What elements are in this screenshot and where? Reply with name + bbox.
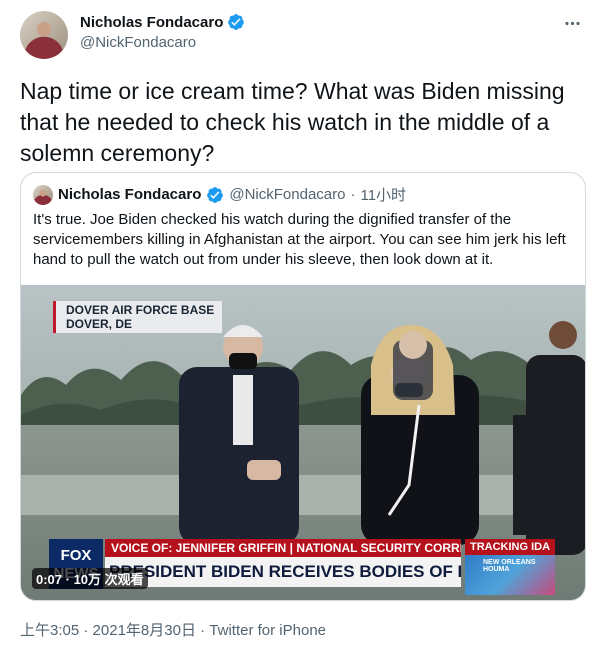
- location-caption: DOVER AIR FORCE BASE DOVER, DE: [53, 301, 223, 333]
- quoted-time: 11小时: [360, 187, 407, 204]
- author-name[interactable]: Nicholas Fondacaro: [80, 14, 223, 31]
- tweet-footer: 上午3:05 · 2021年8月30日 · Twitter for iPhone: [20, 619, 326, 640]
- tweet-source[interactable]: Twitter for iPhone: [209, 622, 326, 639]
- author-handle[interactable]: @NickFondacaro: [80, 34, 245, 51]
- tracking-label: TRACKING IDA: [465, 539, 555, 555]
- verified-badge-icon: [227, 13, 245, 31]
- news-headline: PRESIDENT BIDEN RECEIVES BODIES OF FALLE…: [105, 557, 461, 587]
- quoted-tweet[interactable]: Nicholas Fondacaro @NickFondacaro · 11小时…: [20, 172, 586, 601]
- quoted-author-avatar: [33, 184, 53, 205]
- quoted-tweet-header: Nicholas Fondacaro @NickFondacaro · 11小时: [33, 184, 406, 205]
- tracking-map: NEW ORLEANS HOUMA: [465, 555, 555, 595]
- footer-separator: ·: [79, 622, 93, 639]
- location-line-1: DOVER AIR FORCE BASE: [66, 303, 215, 317]
- author-block: Nicholas Fondacaro @NickFondacaro: [80, 13, 245, 51]
- footer-separator: ·: [195, 622, 210, 639]
- location-line-2: DOVER, DE: [66, 317, 133, 331]
- more-horizontal-icon[interactable]: [563, 14, 582, 34]
- video-playback-badge: 0:07 · 10万 次观看: [32, 568, 148, 589]
- tweet: Nicholas Fondacaro @NickFondacaro Nap ti…: [0, 0, 602, 650]
- voice-of-bar: VOICE OF: JENNIFER GRIFFIN | NATIONAL SE…: [105, 539, 461, 557]
- tweet-text: Nap time or ice cream time? What was Bid…: [20, 78, 565, 166]
- quoted-author-handle: @NickFondacaro: [229, 186, 346, 203]
- quoted-separator: ·: [350, 186, 356, 203]
- verified-badge-icon: [206, 186, 224, 204]
- quoted-author-name: Nicholas Fondacaro: [58, 186, 202, 203]
- video-player[interactable]: DOVER AIR FORCE BASE DOVER, DE FOX NEWS …: [21, 285, 585, 600]
- author-avatar[interactable]: [20, 11, 68, 59]
- author-row: Nicholas Fondacaro: [80, 13, 245, 31]
- tweet-time[interactable]: 上午3:05: [20, 622, 79, 639]
- tweet-date[interactable]: 2021年8月30日: [93, 622, 196, 639]
- quoted-tweet-text: It's true. Joe Biden checked his watch d…: [33, 211, 566, 268]
